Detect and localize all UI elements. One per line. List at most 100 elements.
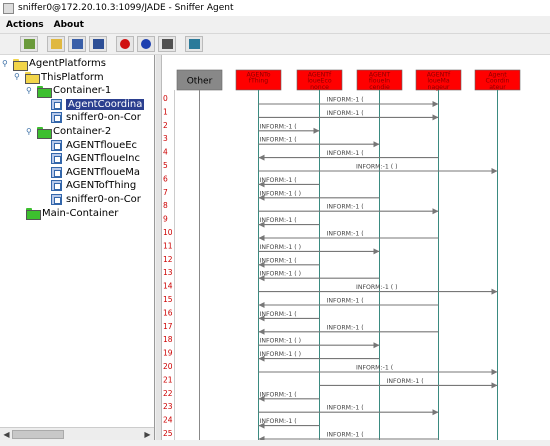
message-number: 4 <box>163 148 168 157</box>
message-label: INFORM:-1 ( <box>327 231 364 238</box>
message-number: 1 <box>163 107 168 116</box>
tree-node-agent[interactable]: AGENTfloueEc <box>51 139 137 152</box>
tree-node-label: Container-1 <box>53 85 112 97</box>
message-arrowhead-icon <box>313 127 320 134</box>
tree-node-label: AGENTfloueEc <box>66 139 138 151</box>
message-label: INFORM:-1 ( <box>356 365 393 372</box>
tree-node-label: sniffer0-on-Cor <box>66 194 141 205</box>
clear-canvas-button[interactable] <box>20 36 38 52</box>
tree-node-label: ThisPlatform <box>41 71 104 83</box>
tree-node-label: AgentPlatforms <box>29 58 106 69</box>
scroll-thumb[interactable] <box>12 430 64 439</box>
clear-canvas-icon <box>23 39 35 49</box>
scroll-right-arrow-icon[interactable]: ▶ <box>142 429 153 440</box>
menu-bar: Actions About <box>0 16 550 33</box>
message-number: 12 <box>163 255 173 264</box>
agent-box-label: Other <box>187 77 213 87</box>
tree-node-label: AGENTfloueMa <box>66 166 140 178</box>
exit-icon <box>188 39 200 49</box>
exit-button[interactable] <box>185 36 203 52</box>
sniffer-canvas: Other AGENTo fThing AGENTf loueEco nonce AGENT… <box>162 55 550 440</box>
message-number: 22 <box>163 389 173 398</box>
tree-node-this-platform[interactable]: ⚲ ThisPlatform <box>14 71 104 85</box>
message-label: INFORM:-1 ( <box>327 432 364 439</box>
message-label: INFORM:-1 ( <box>260 418 297 425</box>
message-sequence-diagram: OtherAGENTofThingAGENTfloueEcononceAGENT… <box>163 69 521 440</box>
message-label: INFORM:-1 ( <box>260 391 297 398</box>
message-number: 9 <box>163 215 168 224</box>
record-icon <box>120 39 130 49</box>
message-number: 20 <box>163 362 173 371</box>
message-label: INFORM:-1 ( ) <box>260 351 302 358</box>
message-label: INFORM:-1 ( <box>327 97 364 104</box>
agent-icon <box>51 180 62 192</box>
tree-node-container[interactable]: ⚲ Container-1 <box>26 84 112 98</box>
message-number: 14 <box>163 282 173 291</box>
folder-icon <box>37 85 52 98</box>
message-arrowhead-icon <box>373 342 380 349</box>
menu-actions[interactable]: Actions <box>0 20 48 30</box>
message-label: INFORM:-1 ( <box>327 110 364 117</box>
message-number: 25 <box>163 429 173 438</box>
message-number: 6 <box>163 174 168 183</box>
tree-node-agent[interactable]: AgentCoordina <box>51 98 145 111</box>
message-label: INFORM:-1 ( <box>327 405 364 412</box>
message-arrowhead-icon <box>258 328 265 335</box>
tree-node-agent[interactable]: AGENTfloueInc <box>51 152 140 165</box>
message-arrowhead-icon <box>258 302 265 308</box>
save-messages-button[interactable] <box>89 36 107 52</box>
tree-node-label: sniffer0-on-Cor <box>66 112 141 124</box>
message-number: 16 <box>163 308 173 317</box>
agent-tree-panel: ⚲ AgentPlatforms ⚲ ThisPlatform ⚲ Container-1… <box>0 55 155 440</box>
folder-icon <box>13 58 28 71</box>
message-arrowhead-icon <box>491 288 498 295</box>
tree-expand-handle-icon[interactable]: ⚲ <box>26 127 34 136</box>
tree-node-agent[interactable]: AGENTfloueMa <box>51 166 140 179</box>
display-button[interactable] <box>137 36 155 52</box>
agent-icon <box>51 139 62 151</box>
tree-node-container[interactable]: ⚲ Container-2 <box>26 125 111 139</box>
message-arrowhead-icon <box>373 248 380 255</box>
agent-box-label: nonce <box>310 84 329 91</box>
tree-node-agent[interactable]: AGENTofThing <box>51 179 136 192</box>
message-number: 23 <box>163 402 173 411</box>
message-number: 11 <box>163 241 173 250</box>
message-label: INFORM:-1 ( ) <box>356 164 398 171</box>
tree-horizontal-scrollbar[interactable]: ◀ ▶ <box>0 427 154 440</box>
tree-node-container[interactable]: Main-Container <box>26 207 118 221</box>
tree-node-agent[interactable]: sniffer0-on-Cor <box>51 193 141 206</box>
message-number: 15 <box>163 295 173 304</box>
agent-box-label: nageur <box>428 84 450 91</box>
message-label: INFORM:-1 ( <box>327 150 364 157</box>
tree-expand-handle-icon[interactable]: ⚲ <box>2 59 10 68</box>
tree-node-label: AGENTfloueInc <box>66 153 141 165</box>
open-file-button[interactable] <box>47 36 65 52</box>
tree-expand-handle-icon[interactable]: ⚲ <box>14 73 22 81</box>
tree-expand-handle-icon[interactable]: ⚲ <box>26 86 34 95</box>
record-button[interactable] <box>116 36 134 52</box>
message-arrowhead-icon <box>432 409 439 416</box>
tree-node-agent-platforms[interactable]: ⚲ AgentPlatforms <box>2 57 106 71</box>
filter-button[interactable] <box>158 36 176 52</box>
scroll-left-arrow-icon[interactable]: ◀ <box>1 429 12 440</box>
message-arrowhead-icon <box>373 141 380 148</box>
message-label: INFORM:-1 ( ) <box>260 271 302 278</box>
message-label: INFORM:-1 ( ) <box>356 284 398 291</box>
save-file-button[interactable] <box>68 36 86 52</box>
message-arrowhead-icon <box>491 369 498 375</box>
message-number: 18 <box>163 335 173 344</box>
message-arrowhead-icon <box>432 114 439 121</box>
agent-icon <box>51 112 62 124</box>
message-label: INFORM:-1 ( ) <box>260 190 302 197</box>
message-arrowhead-icon <box>258 235 265 241</box>
agent-box-label: ateur <box>489 84 506 91</box>
tree-node-agent[interactable]: sniffer0-on-Cor <box>51 111 141 124</box>
agent-box-label: fThing <box>249 78 269 85</box>
window-title: sniffer0@172.20.10.3:1099/JADE - Sniffer… <box>18 3 234 13</box>
message-number: 7 <box>163 188 168 197</box>
menu-about[interactable]: About <box>48 20 88 30</box>
message-label: INFORM:-1 ( <box>260 257 297 264</box>
message-label: INFORM:-1 ( <box>327 204 364 211</box>
agent-icon <box>51 153 62 165</box>
toolbar <box>0 33 550 55</box>
